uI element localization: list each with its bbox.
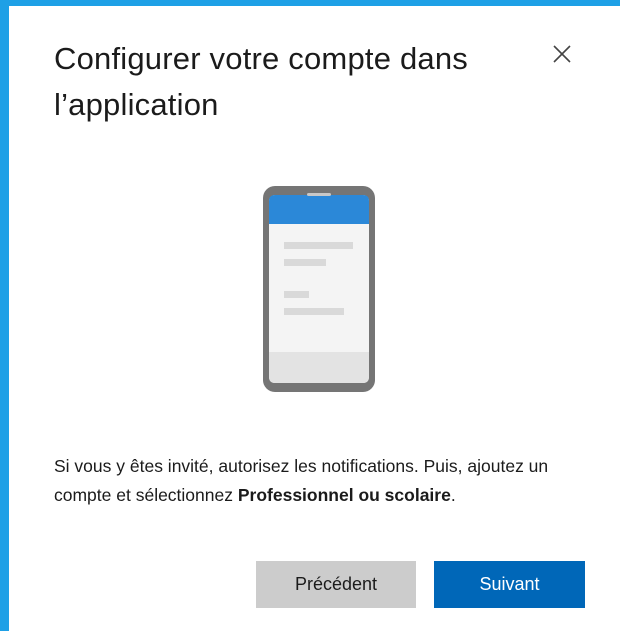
instructions-end: . [450,485,456,505]
instructions-bold: Professionnel ou scolaire [237,485,451,505]
dialog-accent-left [0,0,9,631]
close-button[interactable] [548,40,576,68]
next-button[interactable]: Suivant [434,561,585,608]
instructions-text: Si vous y êtes invité, autorisez les not… [54,452,594,510]
previous-button[interactable]: Précédent [256,561,416,608]
close-icon [553,45,571,63]
phone-illustration-icon [263,186,375,392]
setup-dialog: Configurer votre compte dans l’applicati… [0,0,620,631]
dialog-title: Configurer votre compte dans l’applicati… [54,41,468,122]
dialog-accent-top [0,0,620,6]
